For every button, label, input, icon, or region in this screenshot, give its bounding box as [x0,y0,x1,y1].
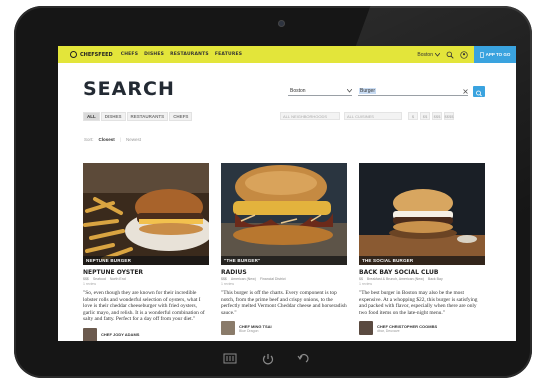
card-tag: American (New) [230,277,256,281]
recent-apps-icon[interactable] [222,352,238,366]
avatar [221,321,235,335]
home-power-icon[interactable] [261,352,275,366]
author-name: CHEF JODY ADAMS [101,332,140,337]
search-button[interactable] [473,86,485,97]
avatar [359,321,373,335]
card-tags: $$$ Seafood North End [83,277,209,281]
price-filter-2[interactable]: $$ [420,112,430,120]
nav-link-features[interactable]: FEATURES [215,52,242,57]
front-camera [278,20,285,27]
nav-links: CHEFS DISHES RESTAURANTS FEATURES [121,52,243,57]
card-restaurant-name[interactable]: BACK BAY SOCIAL CLUB [359,269,485,276]
card-quote: "This burger is off the charts. Every co… [221,290,347,316]
author-restaurant: dbar, Deuxave [377,328,400,333]
card-tags: $$ Breakfast & Brunch, American (New) Ba… [359,277,485,281]
back-icon[interactable] [296,352,310,366]
top-nav: CHEFSFEED CHEFS DISHES RESTAURANTS FEATU… [58,46,516,63]
location-value: Boston [290,88,306,94]
burger-photo-image [221,163,347,265]
card-caption: THE SOCIAL BURGER [359,256,485,265]
price-filter-4[interactable]: $$$$ [444,112,454,120]
cuisine-dropdown[interactable]: ALL CUISINES [344,112,402,120]
card-author[interactable]: CHEF JODY ADAMS [83,327,209,341]
tablet-frame: CHEFSFEED CHEFS DISHES RESTAURANTS FEATU… [14,6,532,378]
sort-option-newest[interactable]: Newest [126,137,141,142]
filter-tab-dishes[interactable]: DISHES [100,112,126,121]
card-tag: $$ [359,277,363,281]
city-select[interactable]: Boston [417,52,440,58]
filter-tab-chefs[interactable]: CHEFS [169,112,193,121]
chevron-down-icon [435,52,440,57]
card-quote: "The best burger in Boston may also be t… [359,290,478,316]
chevron-down-icon [347,89,352,93]
card-restaurant-name[interactable]: NEPTUNE OYSTER [83,269,209,276]
card-review-count: 1 review [221,282,235,286]
app-to-go-label: APP TO GO [485,52,511,57]
author-restaurant: Blue Dragon [239,328,259,333]
card-tag: $$$ [221,277,227,281]
author-name: CHEF MING TSAI [239,323,272,329]
card-quote: "So, even though they are known for thei… [83,290,205,322]
card-tag: Seafood [92,277,106,281]
result-card[interactable]: THE SOCIAL BURGER BACK BAY SOCIAL CLUB $… [359,163,485,341]
screen: CHEFSFEED CHEFS DISHES RESTAURANTS FEATU… [58,46,516,341]
filter-tabs: ALL DISHES RESTAURANTS CHEFS [83,112,193,121]
sort-option-closest[interactable]: Closest [99,137,115,142]
author-name: CHEF CHRISTOPHER COOMBS [377,323,438,329]
nav-link-chefs[interactable]: CHEFS [121,52,138,57]
card-tags: $$$ American (New) Financial District [221,277,347,281]
card-caption: NEPTUNE BURGER [83,256,209,265]
price-filter-1[interactable]: $ [408,112,418,120]
card-tag: Breakfast & Brunch, American (New) [366,277,424,281]
card-tag: Financial District [259,277,286,281]
logo-mark-icon [70,51,77,58]
card-caption: "THE BURGER" [221,256,347,265]
card-review-count: 1 review [83,282,97,286]
burger-photo-image [359,163,485,265]
sort-separator: | [119,137,121,142]
neighborhood-dropdown[interactable]: ALL NEIGHBORHOODS [280,112,340,120]
search-icon [476,90,482,97]
search-input[interactable]: Burger [358,87,468,96]
card-tag: $$$ [83,277,89,281]
card-photo[interactable]: NEPTUNE BURGER [83,163,209,265]
card-restaurant-name[interactable]: RADIUS [221,269,347,276]
sort-row: Sort: Closest | Newest [84,137,141,142]
card-author[interactable]: CHEF CHRISTOPHER COOMBS dbar, Deuxave [359,321,485,335]
nav-right: Boston APP TO GO [417,46,516,63]
card-author[interactable]: CHEF MING TSAI Blue Dragon [221,321,347,335]
app-to-go-button[interactable]: APP TO GO [474,46,516,63]
city-select-value: Boston [417,51,433,58]
filter-tab-all[interactable]: ALL [83,112,100,121]
logo-text: CHEFSFEED [80,51,113,58]
card-photo[interactable]: THE SOCIAL BURGER [359,163,485,265]
clear-icon[interactable] [463,88,468,94]
avatar [83,327,97,341]
search-icon[interactable] [446,51,454,59]
nav-link-dishes[interactable]: DISHES [144,52,164,57]
result-card[interactable]: "THE BURGER" RADIUS $$$ American (New) F… [221,163,347,341]
phone-icon [479,51,484,58]
card-tag: Back Bay [427,277,443,281]
nav-link-restaurants[interactable]: RESTAURANTS [170,52,209,57]
user-icon[interactable] [460,50,468,59]
card-review-count: 1 review [359,282,373,286]
result-card[interactable]: NEPTUNE BURGER NEPTUNE OYSTER $$$ Seafoo… [83,163,209,341]
card-photo[interactable]: "THE BURGER" [221,163,347,265]
page-title: SEARCH [83,78,175,100]
sort-label: Sort: [84,137,94,142]
filter-tab-restaurants[interactable]: RESTAURANTS [126,112,169,121]
burger-photo-image [83,163,209,265]
logo[interactable]: CHEFSFEED [70,51,113,58]
card-tag: North End [109,277,126,281]
location-select[interactable]: Boston [288,87,352,96]
price-filter-3[interactable]: $$$ [432,112,442,120]
search-input-value: Burger [359,88,377,94]
